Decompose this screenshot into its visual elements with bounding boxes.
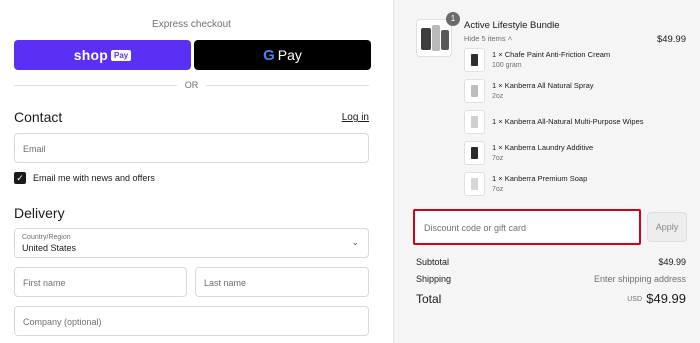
discount-placeholder: Discount code or gift card <box>424 223 527 233</box>
item-variant: 2oz <box>492 93 504 100</box>
apply-discount-button[interactable]: Apply <box>647 212 687 242</box>
bundle-title: Active Lifestyle Bundle <box>464 20 560 31</box>
company-field[interactable]: Company (optional) <box>14 306 369 336</box>
login-link[interactable]: Log in <box>342 112 369 123</box>
google-pay-wordmark: Pay <box>277 47 302 63</box>
shop-pay-tag: Pay <box>111 49 132 61</box>
item-name: 1 × Kanberra All Natural Spray <box>492 81 594 90</box>
item-variant: 7oz <box>492 186 504 193</box>
bundle-product-image <box>416 19 452 57</box>
bundle-item: 1 × Kanberra All Natural Spray 2oz <box>464 79 664 105</box>
bundle-item: 1 × Kanberra Premium Soap 7oz <box>464 172 664 198</box>
hide-items-label: Hide 5 items <box>464 34 506 43</box>
item-thumbnail-product <box>471 116 478 128</box>
total-currency: USD <box>627 296 642 303</box>
order-summary-panel: 1 Active Lifestyle Bundle $49.99 Hide 5 … <box>393 0 700 343</box>
chevron-up-icon: ˄ <box>507 34 513 43</box>
item-name: 1 × Kanberra Laundry Additive <box>492 143 594 152</box>
checkbox-checked-icon[interactable]: ✓ <box>14 172 26 184</box>
total-value: $49.99 <box>646 291 686 306</box>
item-name: 1 × Kanberra All-Natural Multi-Purpose W… <box>492 117 644 126</box>
item-thumbnail-product <box>471 178 478 190</box>
bundle-price: $49.99 <box>656 34 686 45</box>
divider-line-left <box>14 84 177 86</box>
google-pay-button[interactable]: G Pay <box>194 40 371 70</box>
bundle-item: 1 × Chafe Paint Anti-Friction Cream 100 … <box>464 48 664 74</box>
quantity-badge: 1 <box>446 12 460 26</box>
item-variant: 7oz <box>492 155 504 162</box>
item-thumbnail <box>464 141 485 165</box>
or-text: OR <box>184 80 199 90</box>
item-name: 1 × Kanberra Premium Soap <box>492 174 588 183</box>
item-thumbnail <box>464 172 485 196</box>
subtotal-label: Subtotal <box>416 257 450 267</box>
email-placeholder: Email <box>23 144 46 154</box>
newsletter-checkbox-row[interactable]: ✓ Email me with news and offers <box>14 172 155 184</box>
delivery-heading: Delivery <box>14 205 65 221</box>
country-value: United States <box>22 243 77 253</box>
google-g-icon: G <box>263 46 275 64</box>
or-divider: OR <box>14 80 369 90</box>
last-name-field[interactable]: Last name <box>195 267 369 297</box>
chevron-down-icon: ⌄ <box>351 237 359 247</box>
item-thumbnail <box>464 48 485 72</box>
total-label: Total <box>416 292 442 306</box>
last-name-placeholder: Last name <box>204 278 247 288</box>
first-name-field[interactable]: First name <box>14 267 187 297</box>
checkout-form-panel: Express checkout shop Pay G Pay OR Conta… <box>0 0 393 343</box>
subtotal-value: $49.99 <box>658 257 686 267</box>
contact-heading: Contact <box>14 109 63 125</box>
hide-items-toggle[interactable]: Hide 5 items ˄ <box>464 34 512 43</box>
bundle-item: 1 × Kanberra Laundry Additive 7oz <box>464 141 664 167</box>
shop-pay-wordmark: shop <box>73 47 108 63</box>
item-thumbnail-product <box>471 147 478 159</box>
country-label: Country/Region <box>22 234 71 241</box>
shipping-value: Enter shipping address <box>593 274 686 284</box>
shipping-label: Shipping <box>416 274 452 284</box>
item-thumbnail <box>464 110 485 134</box>
country-select[interactable]: Country/Region United States ⌄ <box>14 228 369 258</box>
divider-line-right <box>206 84 369 86</box>
item-thumbnail <box>464 79 485 103</box>
email-field[interactable]: Email <box>14 133 369 163</box>
bundle-item: 1 × Kanberra All-Natural Multi-Purpose W… <box>464 110 664 136</box>
express-checkout-title: Express checkout <box>152 19 231 30</box>
item-variant: 100 gram <box>492 62 522 69</box>
newsletter-label: Email me with news and offers <box>33 173 155 183</box>
discount-code-input[interactable]: Discount code or gift card <box>413 209 641 245</box>
item-thumbnail-product <box>471 54 478 66</box>
item-thumbnail-product <box>471 85 478 97</box>
first-name-placeholder: First name <box>23 278 66 288</box>
company-placeholder: Company (optional) <box>23 317 102 327</box>
shop-pay-button[interactable]: shop Pay <box>14 40 191 70</box>
item-name: 1 × Chafe Paint Anti-Friction Cream <box>492 50 611 59</box>
